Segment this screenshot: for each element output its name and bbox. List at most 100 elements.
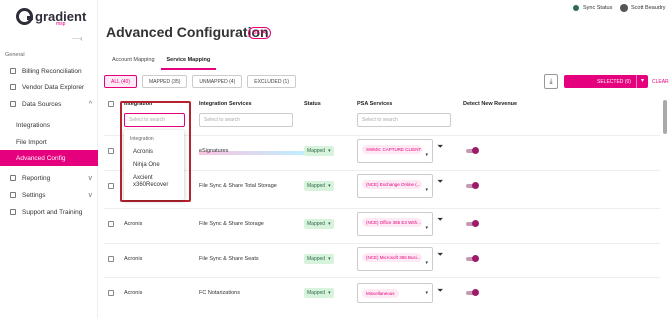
tab-bar: Account Mapping Service Mapping: [106, 54, 217, 70]
psa-service-select[interactable]: (NCE) Exchange Online (... ▾: [357, 174, 433, 198]
status-label: Mapped: [307, 183, 326, 189]
chevron-down-icon: ▾: [425, 225, 428, 231]
chevron-down-icon[interactable]: ▾: [636, 75, 648, 88]
status-badge[interactable]: Mapped ▾: [304, 146, 334, 156]
filter-all-button[interactable]: ALL (40): [104, 75, 137, 88]
select-all-checkbox[interactable]: [108, 101, 114, 107]
detect-revenue-toggle[interactable]: [466, 289, 479, 296]
sidebar-item-advanced-config[interactable]: Advanced Config: [0, 150, 98, 166]
chevron-down-icon: ▾: [425, 152, 428, 158]
sidebar-item-support-and-training[interactable]: Support and Training: [0, 204, 98, 220]
detect-revenue-toggle[interactable]: [466, 255, 479, 262]
tab-service-mapping[interactable]: Service Mapping: [160, 54, 217, 70]
support-icon: [10, 209, 16, 215]
sync-status-label: Sync Status: [583, 5, 613, 11]
sidebar-item-label: Settings: [22, 191, 46, 199]
clear-button[interactable]: CLEAR: [652, 79, 669, 85]
filter-icon[interactable]: ⏷: [437, 286, 443, 296]
table-row[interactable]: Acronis File Sync & Share Seats Mapped ▾ …: [104, 243, 660, 273]
divider: [72, 38, 80, 39]
table-scrollbar[interactable]: [663, 100, 667, 134]
filter-icon[interactable]: ⏷: [437, 250, 443, 260]
sidebar-item-billing-reconciliation[interactable]: Billing Reconciliation: [0, 63, 98, 79]
psa-search-input[interactable]: Select to search: [357, 113, 451, 127]
chevron-down-icon: ▾: [425, 290, 428, 296]
psa-service-pill: (NCE) Office 365 E3 With...: [362, 218, 422, 227]
chevron-down-icon: ▾: [425, 187, 428, 193]
psa-service-select[interactable]: (NCE) Office 365 E3 With... ▾: [357, 212, 433, 236]
filter-unmapped-button[interactable]: UNMAPPED (4): [192, 75, 243, 88]
detect-revenue-toggle[interactable]: [466, 147, 479, 154]
filter-icon[interactable]: ⏷: [437, 215, 443, 225]
billing-icon: [10, 68, 16, 74]
row-checkbox[interactable]: [108, 221, 114, 227]
status-badge[interactable]: Mapped ▾: [304, 181, 334, 191]
beta-badge: BETA: [248, 27, 271, 39]
chevron-down-icon: ▾: [328, 221, 331, 227]
header-psa-services: PSA Services: [357, 101, 393, 107]
sidebar-section-label: General: [5, 52, 25, 58]
dropdown-option[interactable]: Ninja One: [133, 162, 160, 169]
row-service: File Sync & Share Storage: [199, 221, 264, 227]
sidebar-item-label: Data Sources: [22, 100, 62, 108]
filter-mapped-button[interactable]: MAPPED (35): [142, 75, 188, 88]
filter-excluded-button[interactable]: EXCLUDED (1): [247, 75, 296, 88]
row-checkbox[interactable]: [108, 256, 114, 262]
status-label: Mapped: [307, 148, 326, 154]
sidebar-item-integrations[interactable]: Integrations: [0, 117, 98, 133]
dropdown-option[interactable]: Acronis: [133, 149, 153, 156]
table-row[interactable]: Acronis File Sync & Share Storage Mapped…: [104, 208, 660, 238]
reporting-icon: [10, 175, 16, 181]
psa-service-select[interactable]: Miscellaneous ▾: [357, 283, 433, 303]
user-menu[interactable]: Scott Beaudry: [620, 4, 666, 12]
selected-actions-button[interactable]: SELECTED (0) ▾: [564, 75, 648, 88]
page-title: Advanced Configuration: [106, 24, 269, 40]
tab-account-mapping[interactable]: Account Mapping: [106, 54, 161, 70]
row-service: FC Notarizations: [199, 290, 240, 296]
psa-service-pill: (NCE) Exchange Online (...: [362, 180, 422, 189]
explorer-icon: [10, 84, 16, 90]
avatar: [620, 4, 628, 12]
dropdown-header: Integration: [130, 136, 154, 142]
user-name: Scott Beaudry: [631, 5, 666, 11]
status-badge[interactable]: Mapped ▾: [304, 219, 334, 229]
psa-service-pill: Miscellaneous: [362, 289, 399, 298]
dropdown-option[interactable]: Axcient x360Recover: [133, 175, 179, 189]
filter-icon[interactable]: ⏷: [437, 177, 443, 187]
sync-status-icon: [573, 5, 579, 11]
sidebar-item-file-import[interactable]: File Import: [0, 134, 98, 150]
sync-status[interactable]: Sync Status: [573, 5, 612, 11]
database-icon: [10, 101, 16, 107]
detect-revenue-toggle[interactable]: [466, 182, 479, 189]
psa-service-select[interactable]: (NCE) Microsoft 365 Busi... ▾: [357, 247, 433, 271]
sidebar-item-reporting[interactable]: Reporting v: [0, 170, 98, 186]
sidebar-item-vendor-data-explorer[interactable]: Vendor Data Explorer: [0, 79, 98, 95]
table-row[interactable]: Acronis FC Notarizations Mapped ▾ Miscell…: [104, 277, 660, 307]
sidebar-item-settings[interactable]: Settings v: [0, 187, 98, 203]
collapse-sidebar-icon[interactable]: ‹: [80, 34, 83, 43]
gear-icon: [10, 192, 16, 198]
row-checkbox[interactable]: [108, 183, 114, 189]
download-button[interactable]: ⤓: [544, 74, 558, 89]
status-label: Mapped: [307, 221, 326, 227]
sidebar-item-label: Integrations: [16, 121, 50, 129]
services-search-input[interactable]: Select to search: [199, 113, 293, 127]
status-badge[interactable]: Mapped ▾: [304, 288, 334, 298]
row-checkbox[interactable]: [108, 290, 114, 296]
detect-revenue-toggle[interactable]: [466, 220, 479, 227]
status-badge[interactable]: Mapped ▾: [304, 254, 334, 264]
logo[interactable]: gradient: [16, 8, 86, 25]
filter-icon[interactable]: ⏷: [437, 142, 443, 152]
chevron-down-icon: ▾: [328, 183, 331, 189]
psa-service-select[interactable]: SWMS: CAPTURE CLIENT ... ▾: [357, 139, 433, 163]
download-icon: ⤓: [549, 78, 553, 85]
sidebar-item-data-sources[interactable]: Data Sources ^: [0, 96, 98, 112]
row-service: File Sync & Share Total Storage: [199, 183, 277, 189]
gradient-logo-icon: [16, 8, 33, 25]
chevron-down-icon: ▾: [425, 260, 428, 266]
row-integration: Acronis: [124, 221, 143, 227]
row-checkbox[interactable]: [108, 148, 114, 154]
sidebar-item-label: Advanced Config: [16, 154, 66, 162]
brand-sub: msp: [56, 21, 66, 27]
chevron-down-icon: v: [88, 191, 93, 199]
